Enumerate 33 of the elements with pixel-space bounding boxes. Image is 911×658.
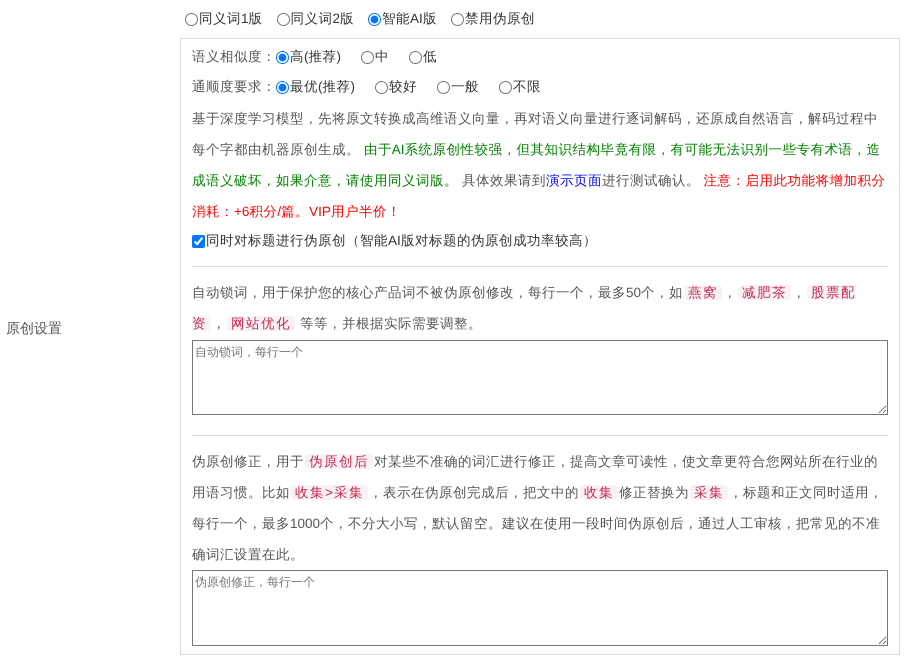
option-radio[interactable] (276, 80, 289, 94)
option-text: 一般 (451, 78, 479, 96)
mode-radio[interactable] (368, 13, 382, 26)
mode-radio[interactable] (185, 13, 198, 26)
option-radio[interactable] (276, 50, 289, 64)
option-text: 同义词1版 (199, 10, 263, 28)
option-label: 通顺度要求： (192, 78, 276, 96)
correction-input[interactable]: 伪原创修正，每行一个 (192, 570, 888, 646)
option-radio[interactable] (375, 80, 388, 94)
ai-description: 基于深度学习模型，先将原文转换成高维语义向量，再对语义向量进行逐词解码，还原成自然语言，解码过程中每个字都由机器原创生成。 由于AI系统原创性较强，但其知识结构毕竟有限，有可能无法识别一些专有术语，造成语义破坏，如果介意，请使用同义词版。 具体效果请到演示页面进行测试确认。 注意：启用此功能将增加积分消耗：+6积分/篇。VIP用户半价！ (192, 110, 887, 221)
mode-radio[interactable] (276, 13, 290, 26)
lock-words-input[interactable]: 自动锁词，每行一个 (192, 340, 888, 415)
option-radio[interactable] (409, 50, 422, 64)
settings-label: 原创设置 (5, 319, 63, 338)
option-text: 中 (375, 48, 389, 66)
option-text: 智能AI版 (382, 10, 437, 28)
option-text: 最优(推荐) (290, 78, 355, 96)
demo-link[interactable]: 演示页面 (546, 173, 602, 188)
option-radio[interactable] (361, 50, 374, 64)
option-text: 同义词2版 (290, 10, 354, 28)
option-text: 高(推荐) (290, 48, 341, 66)
lock-words-description: 自动锁词，用于保护您的核心产品词不被伪原创修改，每行一个，最多50个，如 燕窝 ， 减肥茶 ， 股票配资 ， 网站优化 等等，并根据实际需要调整。 (192, 284, 858, 333)
option-radio[interactable] (499, 80, 512, 94)
option-text: 低 (423, 48, 437, 66)
option-label: 语义相似度： (192, 48, 276, 66)
option-text: 不限 (513, 78, 541, 96)
checkbox-text: 同时对标题进行伪原创（智能AI版对标题的伪原创成功率较高） (206, 232, 597, 250)
option-text: 禁用伪原创 (464, 10, 535, 28)
option-radio[interactable] (437, 80, 450, 94)
mode-radio[interactable] (450, 13, 464, 26)
correction-description: 伪原创修正，用于 伪原创后 对某些不准确的词汇进行修正，提高文章可读性，使文章更符合您网站所在行业的用语习惯。比如 收集>采集 ，表示在伪原创完成后，把文中的 收集 修正替换为 采集 ，标题和正文同时适用，每行一个，最多1000个，不分大小写，默认留空。建议在使用一段时间伪原创后，通过人工审核，把常见的不准确词汇设置在此。 (192, 453, 884, 564)
title-checkbox[interactable] (192, 234, 205, 248)
option-text: 较好 (389, 78, 417, 96)
